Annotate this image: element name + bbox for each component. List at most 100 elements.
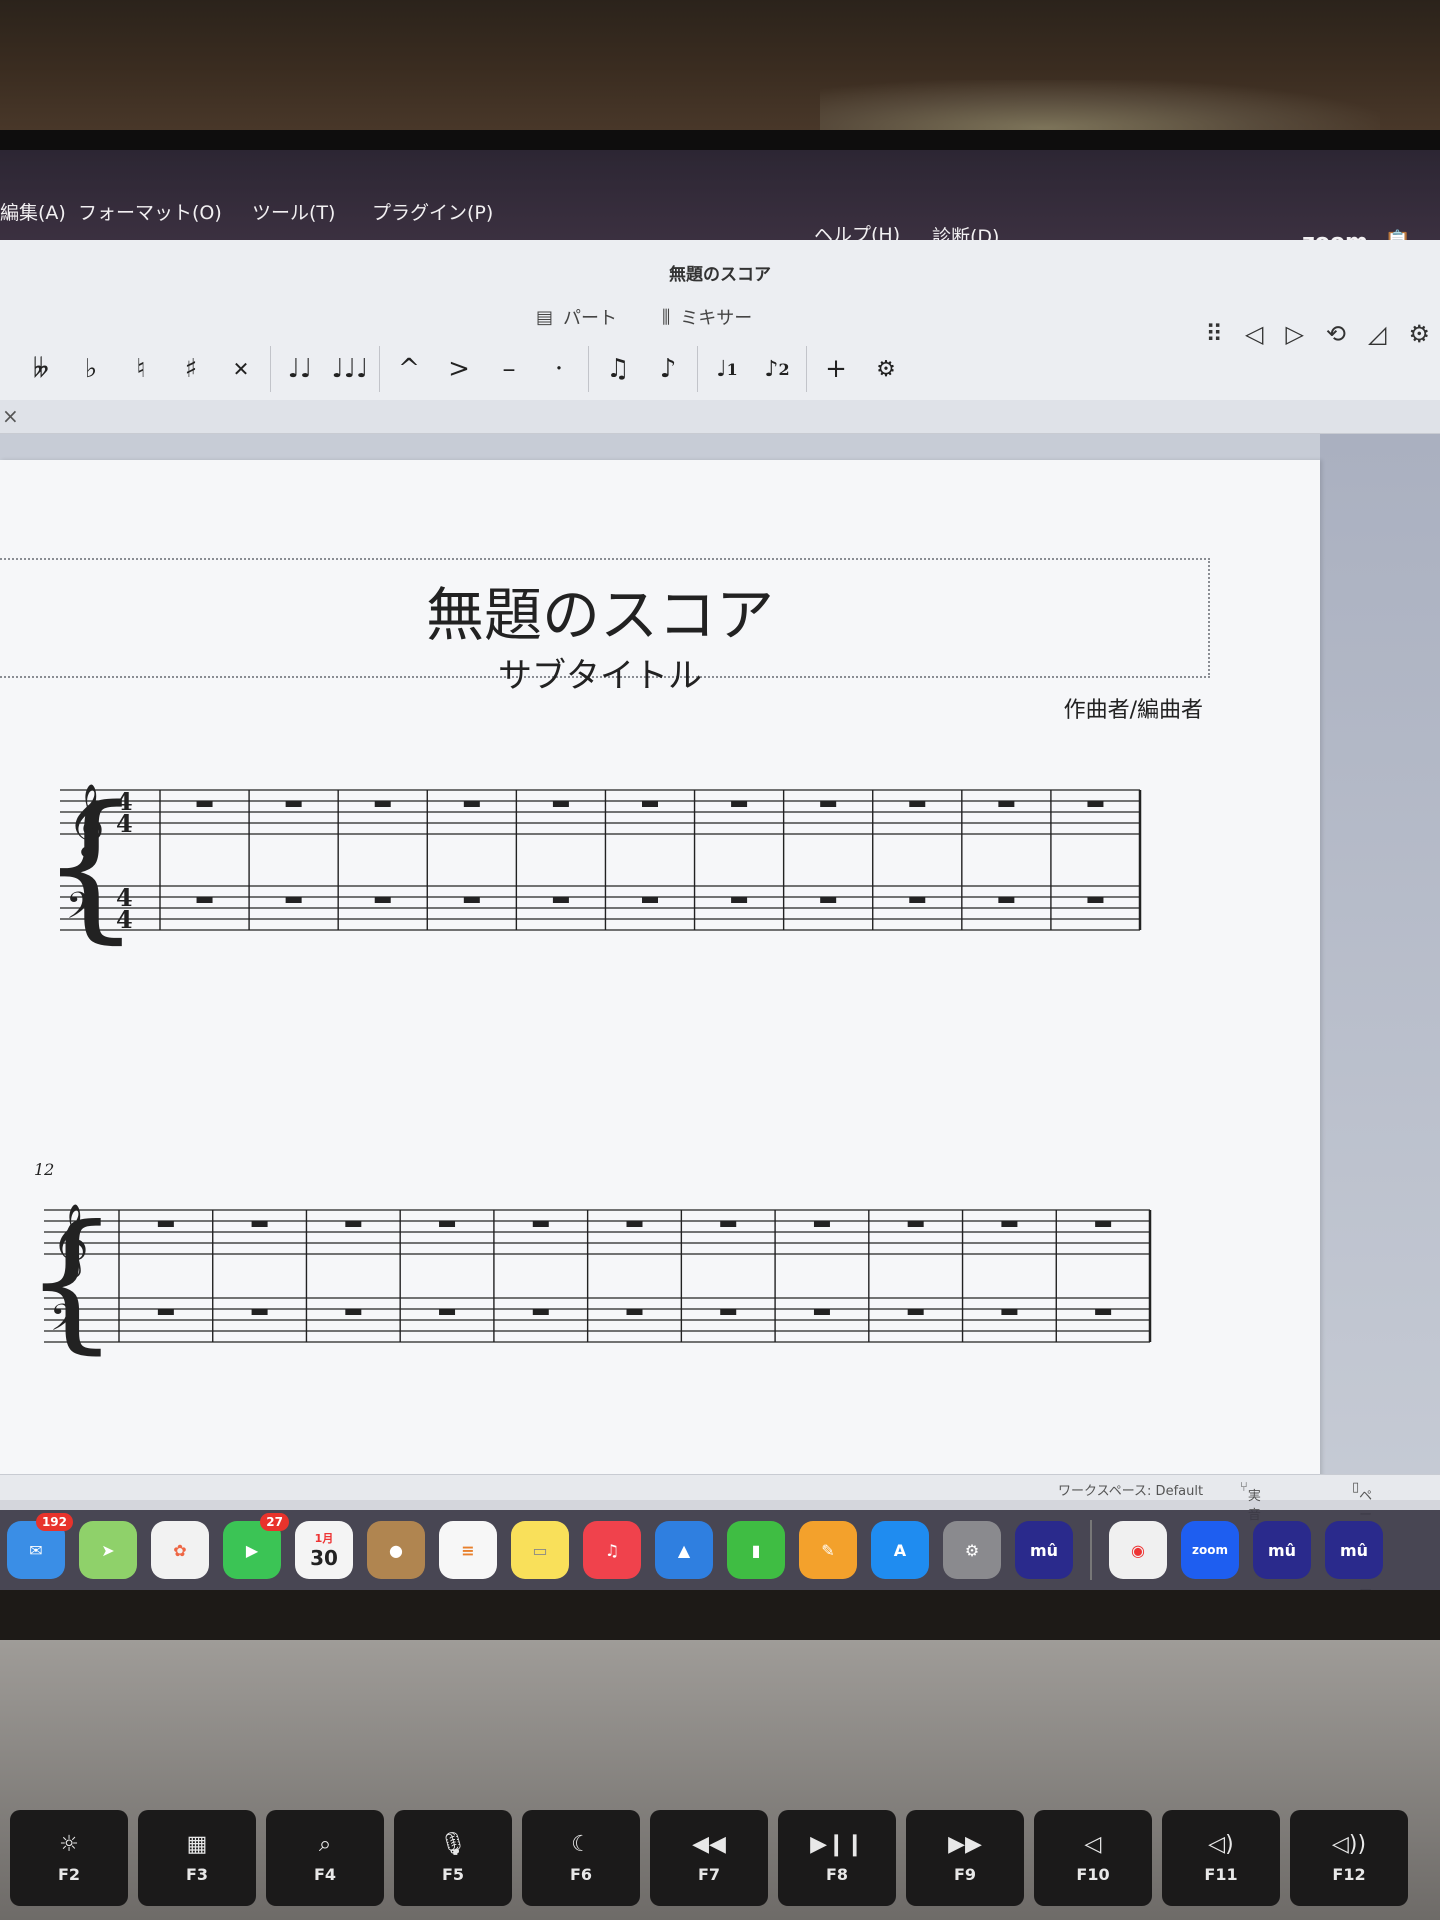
double-sharp-button[interactable]: ✕ [216,344,266,394]
whole-rest[interactable] [720,1221,737,1227]
whole-rest[interactable] [251,1309,268,1315]
whole-rest[interactable] [285,897,302,903]
music-app-icon[interactable]: ♫ [583,1521,641,1579]
flip-direction-button[interactable]: ♪ [643,344,693,394]
score-title[interactable]: 無題のスコア [0,568,1200,652]
natural-button[interactable]: ♮ [116,344,166,394]
whole-rest[interactable] [196,897,213,903]
accent-button[interactable]: > [434,344,484,394]
whole-rest[interactable] [1001,1309,1018,1315]
page-view-selector[interactable]: ▯ ページビュー [1352,1480,1372,1590]
maps-app-icon[interactable]: ➤ [79,1521,137,1579]
whole-rest[interactable] [909,801,926,807]
photos-app-icon[interactable]: ✿ [151,1521,209,1579]
concert-pitch-toggle[interactable]: ⑂ 実音 [1240,1480,1261,1523]
key-f7[interactable]: ◀◀ F7 [650,1810,768,1906]
sharp-button[interactable]: ♯ [166,344,216,394]
mixer-button[interactable]: ⫼ ミキサー [662,304,752,330]
score-canvas[interactable]: 無題のスコア サブタイトル 作曲者/編曲者 {𝄞 𝄢 4 4 4 4 12 {… [0,434,1440,1474]
whole-rest[interactable] [813,1309,830,1315]
whole-rest[interactable] [820,801,837,807]
voice-2-button[interactable]: ♪ 2 [752,344,802,394]
staccato-button[interactable]: · [534,344,584,394]
whole-rest[interactable] [1001,1221,1018,1227]
whole-rest[interactable] [552,801,569,807]
score-page[interactable]: 無題のスコア サブタイトル 作曲者/編曲者 {𝄞 𝄢 4 4 4 4 12 {… [0,460,1320,1474]
keynote-app-icon[interactable]: ▲ [655,1521,713,1579]
whole-rest[interactable] [720,1309,737,1315]
whole-rest[interactable] [1095,1221,1112,1227]
double-flat-button[interactable]: 𝄫 [16,344,66,394]
whole-rest[interactable] [626,1221,643,1227]
whole-rest[interactable] [532,1221,549,1227]
musescore-app-icon-3[interactable]: mû [1325,1521,1383,1579]
whole-rest[interactable] [907,1309,924,1315]
key-f10[interactable]: ◁ F10 [1034,1810,1152,1906]
whole-rest[interactable] [642,801,658,807]
app-store-icon[interactable]: A [871,1521,929,1579]
key-f4[interactable]: ⌕ F4 [266,1810,384,1906]
score-composer[interactable]: 作曲者/編曲者 [1064,692,1203,724]
whole-rest[interactable] [157,1309,174,1315]
whole-rest[interactable] [731,897,748,903]
system-2[interactable]: { 𝄞 𝄢 [24,1180,1174,1380]
marcato-button[interactable]: ^ [384,344,434,394]
slur-button[interactable]: ♩♩♩ [325,344,375,394]
whole-rest[interactable] [1087,801,1104,807]
whole-rest[interactable] [820,897,837,903]
system-settings-icon[interactable]: ⚙ [943,1521,1001,1579]
close-icon[interactable]: × [2,404,19,428]
flat-button[interactable]: ♭ [66,344,116,394]
menu-tools[interactable]: ツール(T) [252,198,335,225]
contacts-app-icon[interactable]: ● [367,1521,425,1579]
key-f2[interactable]: ☼ F2 [10,1810,128,1906]
facetime-app-icon[interactable]: ▶ 27 [223,1513,289,1579]
whole-rest[interactable] [463,897,480,903]
workspace-selector[interactable]: ワークスペース: Default [1058,1480,1203,1499]
notes-app-icon[interactable]: ▭ [511,1521,569,1579]
menu-edit[interactable]: 編集(A) [0,198,66,225]
voice-1-button[interactable]: ♩ 1 [702,344,752,394]
menu-format[interactable]: フォーマット(O) [78,198,222,225]
tuplet-button[interactable]: ♫ [593,344,643,394]
whole-rest[interactable] [196,801,213,807]
whole-rest[interactable] [642,897,658,903]
key-f11[interactable]: ◁) F11 [1162,1810,1280,1906]
pages-app-icon[interactable]: ✎ [799,1521,857,1579]
numbers-app-icon[interactable]: ▮ [727,1521,785,1579]
whole-rest[interactable] [909,897,926,903]
calendar-app-icon[interactable]: 1月 30 [295,1521,353,1579]
whole-rest[interactable] [251,1221,268,1227]
whole-rest[interactable] [552,897,569,903]
parts-button[interactable]: ▤ パート [536,304,617,330]
whole-rest[interactable] [998,801,1015,807]
score-subtitle[interactable]: サブタイトル [0,648,1200,697]
zoom-app-icon[interactable]: zoom [1181,1521,1239,1579]
measures-system-1[interactable] [159,790,1142,930]
whole-rest[interactable] [532,1309,549,1315]
key-f12[interactable]: ◁)) F12 [1290,1810,1408,1906]
whole-rest[interactable] [731,801,748,807]
tie-button[interactable]: ♩♩ [275,344,325,394]
whole-rest[interactable] [374,801,391,807]
whole-rest[interactable] [998,897,1015,903]
whole-rest[interactable] [907,1221,924,1227]
whole-rest[interactable] [439,1309,456,1315]
key-f6[interactable]: ☾ F6 [522,1810,640,1906]
whole-rest[interactable] [1095,1309,1112,1315]
whole-rest[interactable] [813,1221,830,1227]
whole-rest[interactable] [1087,897,1104,903]
customize-toolbar-gear-icon[interactable]: ⚙ [861,344,911,394]
whole-rest[interactable] [345,1221,362,1227]
whole-rest[interactable] [626,1309,643,1315]
whole-rest[interactable] [345,1309,362,1315]
chrome-app-icon[interactable]: ◉ [1109,1521,1167,1579]
musescore-app-icon-2[interactable]: mû [1253,1521,1311,1579]
whole-rest[interactable] [463,801,480,807]
key-f5[interactable]: 🎙 F5 [394,1810,512,1906]
whole-rest[interactable] [157,1221,174,1227]
system-1[interactable]: { 𝄞 𝄢 4 4 4 4 [40,760,1190,960]
whole-rest[interactable] [374,897,391,903]
key-f9[interactable]: ▶▶ F9 [906,1810,1024,1906]
measures-system-2[interactable] [118,1210,1152,1342]
